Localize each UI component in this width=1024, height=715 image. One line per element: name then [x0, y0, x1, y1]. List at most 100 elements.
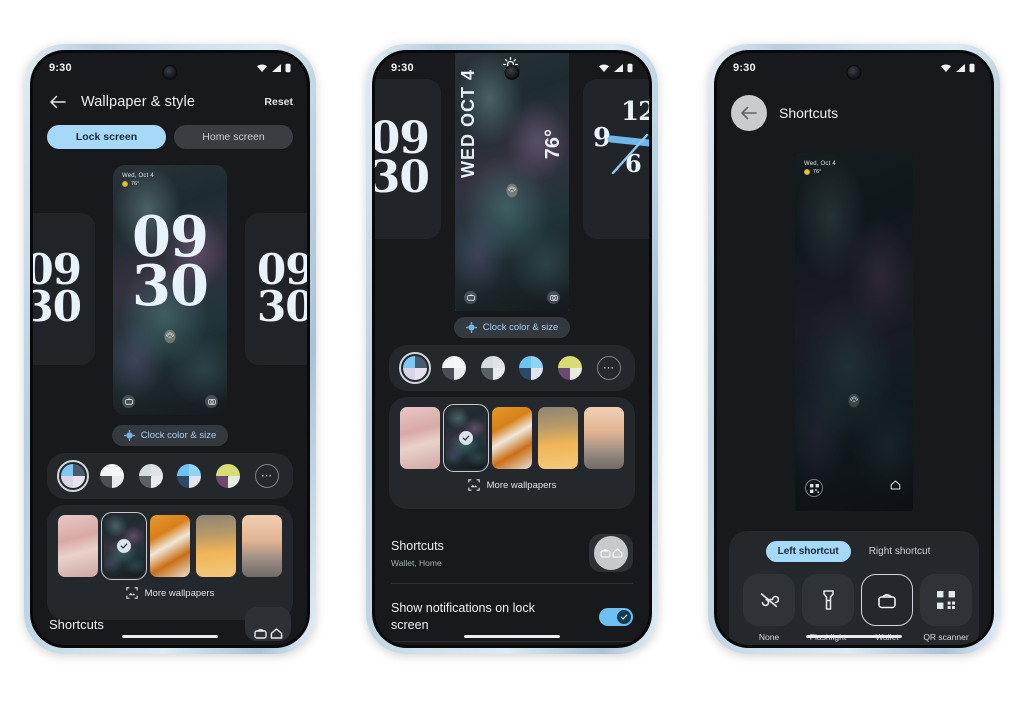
- shortcut-flashlight[interactable]: Flashlight: [802, 574, 854, 642]
- row-divider: [391, 583, 633, 584]
- tab-home-screen[interactable]: Home screen: [174, 125, 293, 149]
- home-icon[interactable]: [890, 477, 901, 495]
- signal-icon: [272, 64, 281, 72]
- flashlight-icon: [802, 574, 854, 626]
- page-title: Wallpaper & style: [81, 94, 195, 110]
- lock-screen-preview[interactable]: Wed, Oct 4 76° 09 30: [113, 165, 227, 415]
- home-icon: [270, 628, 282, 639]
- camera-icon[interactable]: [205, 395, 218, 408]
- shortcut-qr-scanner-label: QR scanner: [923, 632, 969, 642]
- nav-gesture-bar[interactable]: [806, 635, 902, 638]
- shortcuts-row[interactable]: Shortcuts Wallet, Home: [375, 521, 649, 585]
- lock-screen-preview[interactable]: WED OCT 4 76°: [455, 53, 569, 311]
- swatch-silver[interactable]: [480, 356, 505, 380]
- clock-color-size-label: Clock color & size: [140, 430, 217, 441]
- qr-scanner-icon[interactable]: [805, 479, 823, 497]
- preview-date: Wed, Oct 4: [122, 173, 154, 179]
- wallpaper-dark-crystal[interactable]: [101, 512, 147, 580]
- reset-button[interactable]: Reset: [264, 96, 293, 108]
- more-wallpapers-label: More wallpapers: [144, 587, 215, 599]
- clock-color-size-button[interactable]: Clock color & size: [453, 317, 571, 338]
- wifi-icon: [257, 64, 267, 72]
- wallpaper-desert-sand[interactable]: [538, 407, 578, 469]
- phone-3: 9:30 Shortcuts Wed, Oct 4 76° Left short…: [708, 44, 1000, 654]
- swatch-white-grey[interactable]: [441, 356, 466, 380]
- clock-color-size-button[interactable]: Clock color & size: [111, 425, 229, 446]
- more-horizontal-icon[interactable]: ⋯: [596, 356, 621, 380]
- qr-scanner-icon: [920, 574, 972, 626]
- toggle-knob: [617, 609, 631, 624]
- tab-left-shortcut[interactable]: Left shortcut: [765, 541, 851, 562]
- swatch-sky-blue[interactable]: [519, 356, 544, 380]
- wallet-icon[interactable]: [122, 395, 135, 408]
- row-divider: [391, 641, 633, 642]
- shortcut-none-label: None: [758, 632, 780, 642]
- swatch-blue-lavender[interactable]: [399, 352, 431, 384]
- preview-temperature-vertical: 76°: [542, 129, 564, 160]
- color-palette-icon: [465, 322, 477, 333]
- carousel-card-left[interactable]: 09 30: [375, 79, 441, 239]
- nav-gesture-bar[interactable]: [122, 635, 218, 638]
- more-horizontal-icon[interactable]: ⋯: [254, 464, 279, 488]
- tab-right-shortcut[interactable]: Right shortcut: [857, 541, 943, 562]
- phone-2-screen: 09 30 12 3 6 9: [372, 50, 652, 648]
- wallpaper-city-skyline[interactable]: [584, 407, 624, 469]
- swatch-sky-blue[interactable]: [177, 464, 202, 488]
- shortcut-wallet[interactable]: Wallet: [861, 574, 913, 642]
- wallpaper-thumb-row: [47, 505, 293, 580]
- swatch-blue-lavender[interactable]: [57, 460, 89, 492]
- selected-check-icon: [117, 539, 131, 553]
- battery-icon: [627, 63, 633, 73]
- no-shortcut-icon: [743, 574, 795, 626]
- shortcut-option-list: None Flashlight Wallet: [729, 562, 979, 645]
- nav-gesture-bar[interactable]: [464, 635, 560, 638]
- preview-date: Wed, Oct 4: [804, 161, 836, 167]
- shortcuts-row-preview[interactable]: [589, 534, 633, 572]
- carousel-card-left[interactable]: 09 30: [33, 213, 95, 365]
- phone3-shortcut-picker: Left shortcut Right shortcut None QR sca…: [729, 531, 979, 645]
- carousel-card-right[interactable]: 12 3 6 9: [583, 79, 649, 239]
- shortcuts-row-title: Shortcuts: [391, 539, 444, 554]
- wallpaper-pink-dunes[interactable]: [400, 407, 440, 469]
- wallpaper-orange-abstract[interactable]: [492, 407, 532, 469]
- phone2-color-card: ⋯: [389, 345, 635, 391]
- show-notifications-toggle[interactable]: [599, 607, 633, 626]
- fingerprint-icon: [848, 393, 861, 413]
- lock-screen-preview[interactable]: Wed, Oct 4 76°: [795, 153, 913, 511]
- more-wallpapers-button[interactable]: More wallpapers: [389, 469, 635, 503]
- phone1-color-card: ⋯: [47, 453, 293, 499]
- wallpaper-desert-sand[interactable]: [196, 515, 236, 577]
- shortcut-none[interactable]: None: [743, 574, 795, 642]
- swatch-yellow-purple[interactable]: [216, 464, 241, 488]
- wallet-icon[interactable]: [464, 291, 477, 304]
- status-time: 9:30: [391, 62, 414, 74]
- color-swatch-row: ⋯: [47, 453, 293, 499]
- phone2-preview-carousel: 09 30 12 3 6 9: [375, 53, 649, 311]
- carousel-right-clock: 09 30: [257, 245, 307, 331]
- carousel-card-right[interactable]: 09 30: [245, 213, 307, 365]
- show-notifications-title: Show notifications on lock screen: [391, 601, 535, 632]
- wallpaper-city-skyline[interactable]: [242, 515, 282, 577]
- camera-icon[interactable]: [547, 291, 560, 304]
- wallpaper-orange-abstract[interactable]: [150, 515, 190, 577]
- image-add-icon: [125, 587, 138, 599]
- phone1-shortcuts-row[interactable]: Shortcuts: [33, 603, 307, 645]
- clock-hands-icon: [607, 133, 649, 175]
- wallpaper-pink-dunes[interactable]: [58, 515, 98, 577]
- more-wallpapers-label: More wallpapers: [486, 479, 557, 491]
- tab-lock-screen[interactable]: Lock screen: [47, 125, 166, 149]
- wallpaper-dark-crystal[interactable]: [443, 404, 489, 472]
- signal-icon: [956, 64, 965, 72]
- sun-icon: [122, 181, 128, 187]
- back-arrow-icon[interactable]: [47, 91, 69, 113]
- shortcut-qr-scanner[interactable]: QR scanner: [920, 574, 972, 642]
- swatch-white-grey[interactable]: [99, 464, 124, 488]
- phone1-screen-tabs: Lock screen Home screen: [33, 125, 307, 149]
- back-arrow-icon[interactable]: [731, 95, 767, 131]
- fingerprint-icon: [506, 183, 519, 203]
- swatch-yellow-purple[interactable]: [558, 356, 583, 380]
- shortcuts-row-subtitle: Wallet, Home: [391, 557, 442, 568]
- swatch-silver[interactable]: [138, 464, 163, 488]
- shortcuts-row-preview[interactable]: [245, 607, 291, 641]
- wallet-icon: [253, 629, 267, 639]
